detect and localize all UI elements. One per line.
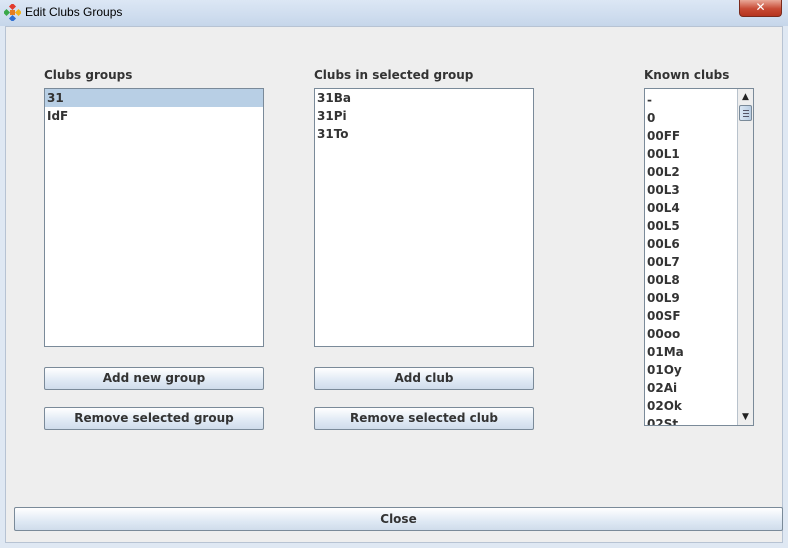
list-item[interactable]: 00L2 bbox=[645, 163, 737, 181]
list-item[interactable]: 00L5 bbox=[645, 217, 737, 235]
scroll-thumb[interactable] bbox=[739, 105, 752, 121]
add-club-button[interactable]: Add club bbox=[314, 367, 534, 390]
list-item[interactable]: 00L3 bbox=[645, 181, 737, 199]
list-item[interactable]: 31 bbox=[45, 89, 263, 107]
list-item[interactable]: 00FF bbox=[645, 127, 737, 145]
list-item[interactable]: 0 bbox=[645, 109, 737, 127]
list-item[interactable]: 00L4 bbox=[645, 199, 737, 217]
window-title: Edit Clubs Groups bbox=[25, 5, 123, 19]
scroll-down-button[interactable]: ▼ bbox=[738, 409, 753, 425]
thumb-grip-line bbox=[743, 110, 749, 111]
list-item[interactable]: IdF bbox=[45, 107, 263, 125]
arrow-down-icon: ▼ bbox=[742, 412, 749, 422]
list-item[interactable]: 02Ok bbox=[645, 397, 737, 415]
title-bar[interactable]: Edit Clubs Groups ✕ bbox=[0, 0, 788, 26]
remove-selected-group-button[interactable]: Remove selected group bbox=[44, 407, 264, 430]
clubs-groups-list[interactable]: 31 IdF bbox=[44, 88, 264, 347]
close-icon: ✕ bbox=[755, 0, 766, 14]
list-item[interactable]: 00L1 bbox=[645, 145, 737, 163]
list-item[interactable]: - bbox=[645, 91, 737, 109]
list-item[interactable]: 00L9 bbox=[645, 289, 737, 307]
thumb-grip-line bbox=[743, 113, 749, 114]
scroll-up-button[interactable]: ▲ bbox=[738, 89, 753, 105]
list-item[interactable]: 00L7 bbox=[645, 253, 737, 271]
list-item[interactable]: 01Oy bbox=[645, 361, 737, 379]
clubs-in-group-list[interactable]: 31Ba 31Pi 31To bbox=[314, 88, 534, 347]
list-item[interactable]: 00SF bbox=[645, 307, 737, 325]
list-item[interactable]: 31Pi bbox=[315, 107, 533, 125]
known-clubs-scrollbar[interactable]: ▲ ▼ bbox=[737, 89, 753, 425]
list-item[interactable]: 31Ba bbox=[315, 89, 533, 107]
clubs-groups-label: Clubs groups bbox=[44, 68, 133, 82]
list-item[interactable]: 31To bbox=[315, 125, 533, 143]
arrow-up-icon: ▲ bbox=[742, 92, 749, 102]
clubs-in-group-label: Clubs in selected group bbox=[314, 68, 474, 82]
known-clubs-label: Known clubs bbox=[644, 68, 730, 82]
remove-selected-club-button[interactable]: Remove selected club bbox=[314, 407, 534, 430]
list-item[interactable]: 02St bbox=[645, 415, 737, 425]
window-close-button[interactable]: ✕ bbox=[739, 0, 782, 17]
known-clubs-items: -0 00FF 00L1 00L2 00L3 00L4 00L5 00L6 00L7 00L8 00… bbox=[645, 91, 737, 425]
add-new-group-button[interactable]: Add new group bbox=[44, 367, 264, 390]
edit-clubs-groups-window: Edit Clubs Groups ✕ Clubs groups 31 IdF A… bbox=[0, 0, 788, 548]
list-item[interactable]: 00L8 bbox=[645, 271, 737, 289]
app-icon bbox=[4, 4, 21, 21]
known-clubs-list[interactable]: -0 00FF 00L1 00L2 00L3 00L4 00L5 00L6 00L7 00L8 00… bbox=[644, 88, 754, 426]
list-item[interactable]: 01Ma bbox=[645, 343, 737, 361]
list-item[interactable]: 00oo bbox=[645, 325, 737, 343]
list-item[interactable]: 00L6 bbox=[645, 235, 737, 253]
thumb-grip-line bbox=[743, 116, 749, 117]
dialog-content: Clubs groups 31 IdF Add new group Remove … bbox=[5, 26, 783, 543]
list-item[interactable]: 02Ai bbox=[645, 379, 737, 397]
close-button[interactable]: Close bbox=[14, 507, 783, 531]
